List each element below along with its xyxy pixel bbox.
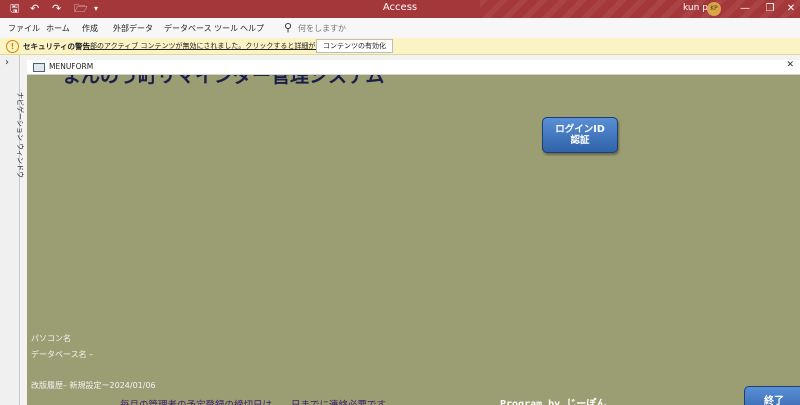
exit-button[interactable]: 終了 bbox=[744, 386, 800, 405]
search-icon[interactable]: ⚲ bbox=[284, 21, 292, 34]
chevron-right-icon[interactable]: › bbox=[5, 57, 9, 68]
form-close-icon[interactable]: ✕ bbox=[786, 60, 794, 70]
security-warning-title: セキュリティの警告 bbox=[23, 42, 91, 51]
login-id-button[interactable]: ログインID 認証 bbox=[542, 117, 618, 153]
ribbon-tabs: ファイル ホーム 作成 外部データ データベース ツール ヘルプ ⚲ bbox=[0, 18, 800, 39]
tab-file[interactable]: ファイル bbox=[8, 23, 40, 34]
avatar[interactable]: KP bbox=[707, 2, 721, 16]
tab-home[interactable]: ホーム bbox=[46, 23, 70, 34]
tab-create[interactable]: 作成 bbox=[82, 23, 98, 34]
enable-content-button[interactable]: コンテンツの有効化 bbox=[316, 39, 393, 53]
navigation-pane-label[interactable]: ナビゲーション ウィンドウ bbox=[15, 92, 25, 178]
menu-form: まんのう町リマインダー管理システム ログインID 認証 パソコン名 データベース… bbox=[27, 75, 800, 405]
app-title: Access bbox=[382, 2, 418, 13]
database-name-label: データベース名 – bbox=[31, 350, 94, 359]
program-credit: Program by じーぽん bbox=[500, 399, 607, 405]
navigation-pane[interactable]: › ナビゲーション ウィンドウ bbox=[0, 55, 24, 405]
restore-icon[interactable]: ❐ bbox=[760, 1, 780, 17]
form-tab-header: MENUFORM ✕ bbox=[27, 60, 800, 75]
deadline-notice: 毎月の管理者の予定登録の締切日は 日までに連絡必要です。 bbox=[120, 397, 395, 405]
tab-external-data[interactable]: 外部データ bbox=[113, 23, 153, 34]
revision-history: 改版履歴– 新規設定ー2024/01/06 bbox=[31, 381, 156, 390]
close-icon[interactable]: ✕ bbox=[781, 1, 800, 17]
tab-database-tools[interactable]: データベース ツール bbox=[164, 23, 238, 34]
form-icon bbox=[33, 63, 45, 72]
security-warning-bar: ! セキュリティの警告 一部のアクティブ コンテンツが無効にされました。クリック… bbox=[0, 38, 800, 55]
warning-icon: ! bbox=[6, 40, 19, 53]
form-header-title: まんのう町リマインダー管理システム bbox=[62, 75, 385, 87]
form-tab-title[interactable]: MENUFORM bbox=[49, 62, 93, 71]
title-bar: 🖫 ↶ ↷ 🗁 ▾ Access kun p KP — ❐ ✕ bbox=[0, 0, 800, 18]
minimize-icon[interactable]: — bbox=[735, 1, 755, 17]
search-input[interactable] bbox=[298, 22, 388, 34]
tab-help[interactable]: ヘルプ bbox=[240, 23, 264, 34]
user-name[interactable]: kun p bbox=[683, 3, 708, 13]
pc-name-label: パソコン名 bbox=[31, 334, 71, 343]
